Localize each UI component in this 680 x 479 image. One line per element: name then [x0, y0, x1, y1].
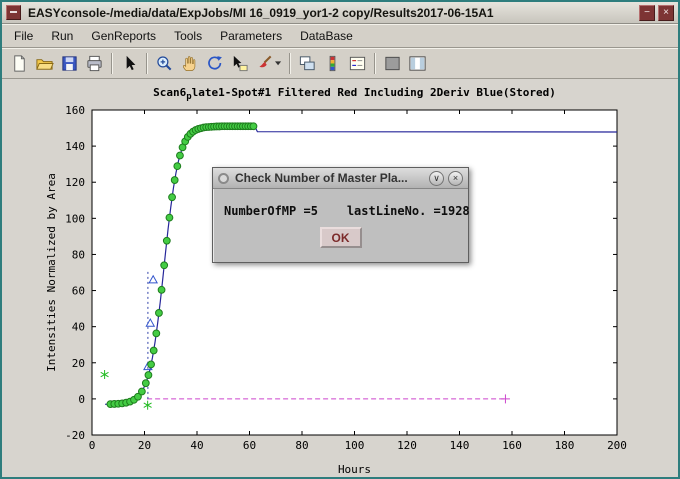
dialog-shade-button[interactable]: ∨ — [429, 171, 444, 186]
brush-button[interactable] — [252, 51, 285, 76]
zoom-in-icon — [155, 54, 174, 73]
svg-text:160: 160 — [502, 439, 522, 452]
svg-text:80: 80 — [295, 439, 308, 452]
insert-legend-icon — [348, 54, 367, 73]
show-plot-tools-icon — [408, 54, 427, 73]
toolbar — [2, 48, 678, 79]
svg-text:40: 40 — [72, 321, 85, 334]
data-cursor-icon — [230, 54, 249, 73]
y-axis-label: Intensities Normalized by Area — [45, 173, 58, 372]
print-button[interactable] — [82, 51, 107, 76]
menu-bar: File Run GenReports Tools Parameters Dat… — [2, 24, 678, 48]
svg-text:140: 140 — [65, 140, 85, 153]
close-button[interactable]: × — [658, 5, 674, 21]
dialog-titlebar[interactable]: Check Number of Master Pla... ∨ × — [213, 168, 468, 189]
link-plot-icon — [298, 54, 317, 73]
brush-icon — [255, 54, 274, 73]
zoom-in-button[interactable] — [152, 51, 177, 76]
window-menu-icon[interactable] — [6, 5, 21, 20]
data-cursor-button[interactable] — [227, 51, 252, 76]
svg-text:60: 60 — [243, 439, 256, 452]
window-titlebar[interactable]: EASYconsole-/media/data/ExpJobs/MI 16_09… — [2, 2, 678, 24]
rotate-icon — [205, 54, 224, 73]
svg-text:60: 60 — [72, 285, 85, 298]
insert-legend-button[interactable] — [345, 51, 370, 76]
new-file-icon — [10, 54, 29, 73]
svg-text:160: 160 — [65, 104, 85, 117]
link-plot-button[interactable] — [295, 51, 320, 76]
menu-database[interactable]: DataBase — [291, 25, 362, 47]
toolbar-separator — [289, 53, 291, 74]
check-number-dialog: Check Number of Master Pla... ∨ × Number… — [212, 167, 469, 263]
hide-plot-tools-button[interactable] — [380, 51, 405, 76]
chart-title: Scan6plate1-Spot#1 Filtered Red Includin… — [153, 86, 556, 102]
print-icon — [85, 54, 104, 73]
menu-tools[interactable]: Tools — [165, 25, 211, 47]
dialog-icon — [218, 173, 229, 184]
toolbar-separator — [111, 53, 113, 74]
open-file-button[interactable] — [32, 51, 57, 76]
rotate-3d-button[interactable] — [202, 51, 227, 76]
insert-colorbar-icon — [323, 54, 342, 73]
svg-text:80: 80 — [72, 248, 85, 261]
dialog-body: NumberOfMP =5 lastLineNo. =1928 OK — [213, 189, 468, 262]
x-axis-label: Hours — [338, 463, 371, 476]
dialog-message: NumberOfMP =5 lastLineNo. =1928 — [213, 189, 468, 218]
save-button[interactable] — [57, 51, 82, 76]
svg-text:40: 40 — [190, 439, 203, 452]
menu-file[interactable]: File — [5, 25, 42, 47]
svg-text:0: 0 — [78, 393, 85, 406]
svg-text:100: 100 — [345, 439, 365, 452]
open-folder-icon — [35, 54, 54, 73]
svg-text:180: 180 — [555, 439, 575, 452]
svg-text:20: 20 — [72, 357, 85, 370]
save-icon — [60, 54, 79, 73]
svg-text:20: 20 — [138, 439, 151, 452]
svg-text:200: 200 — [607, 439, 627, 452]
minimize-button[interactable]: − — [639, 5, 655, 21]
brush-dropdown-caret[interactable] — [275, 61, 282, 66]
new-file-button[interactable] — [7, 51, 32, 76]
pointer-icon — [120, 54, 139, 73]
show-plot-tools-button[interactable] — [405, 51, 430, 76]
svg-text:100: 100 — [65, 212, 85, 225]
app-window: EASYconsole-/media/data/ExpJobs/MI 16_09… — [0, 0, 680, 479]
svg-text:120: 120 — [65, 176, 85, 189]
toolbar-separator — [374, 53, 376, 74]
plot-area — [92, 110, 617, 435]
hide-plot-tools-icon — [383, 54, 402, 73]
svg-text:-20: -20 — [65, 429, 85, 442]
toolbar-separator — [146, 53, 148, 74]
dialog-close-button[interactable]: × — [448, 171, 463, 186]
window-title: EASYconsole-/media/data/ExpJobs/MI 16_09… — [21, 6, 636, 20]
pan-hand-icon — [180, 54, 199, 73]
dialog-title: Check Number of Master Pla... — [229, 171, 425, 185]
insert-colorbar-button[interactable] — [320, 51, 345, 76]
growth-curve-chart: 0 20 40 60 80 100 120 140 160 180 200 -20 0 20 40 60 80 1… — [2, 79, 678, 477]
ok-button[interactable]: OK — [320, 227, 362, 248]
menu-run[interactable]: Run — [42, 25, 82, 47]
pointer-tool-button[interactable] — [117, 51, 142, 76]
svg-text:140: 140 — [450, 439, 470, 452]
menu-parameters[interactable]: Parameters — [211, 25, 291, 47]
svg-text:120: 120 — [397, 439, 417, 452]
figure-area: 0 20 40 60 80 100 120 140 160 180 200 -20 0 20 40 60 80 1… — [2, 79, 678, 477]
svg-text:0: 0 — [89, 439, 96, 452]
menu-genreports[interactable]: GenReports — [82, 25, 165, 47]
pan-button[interactable] — [177, 51, 202, 76]
